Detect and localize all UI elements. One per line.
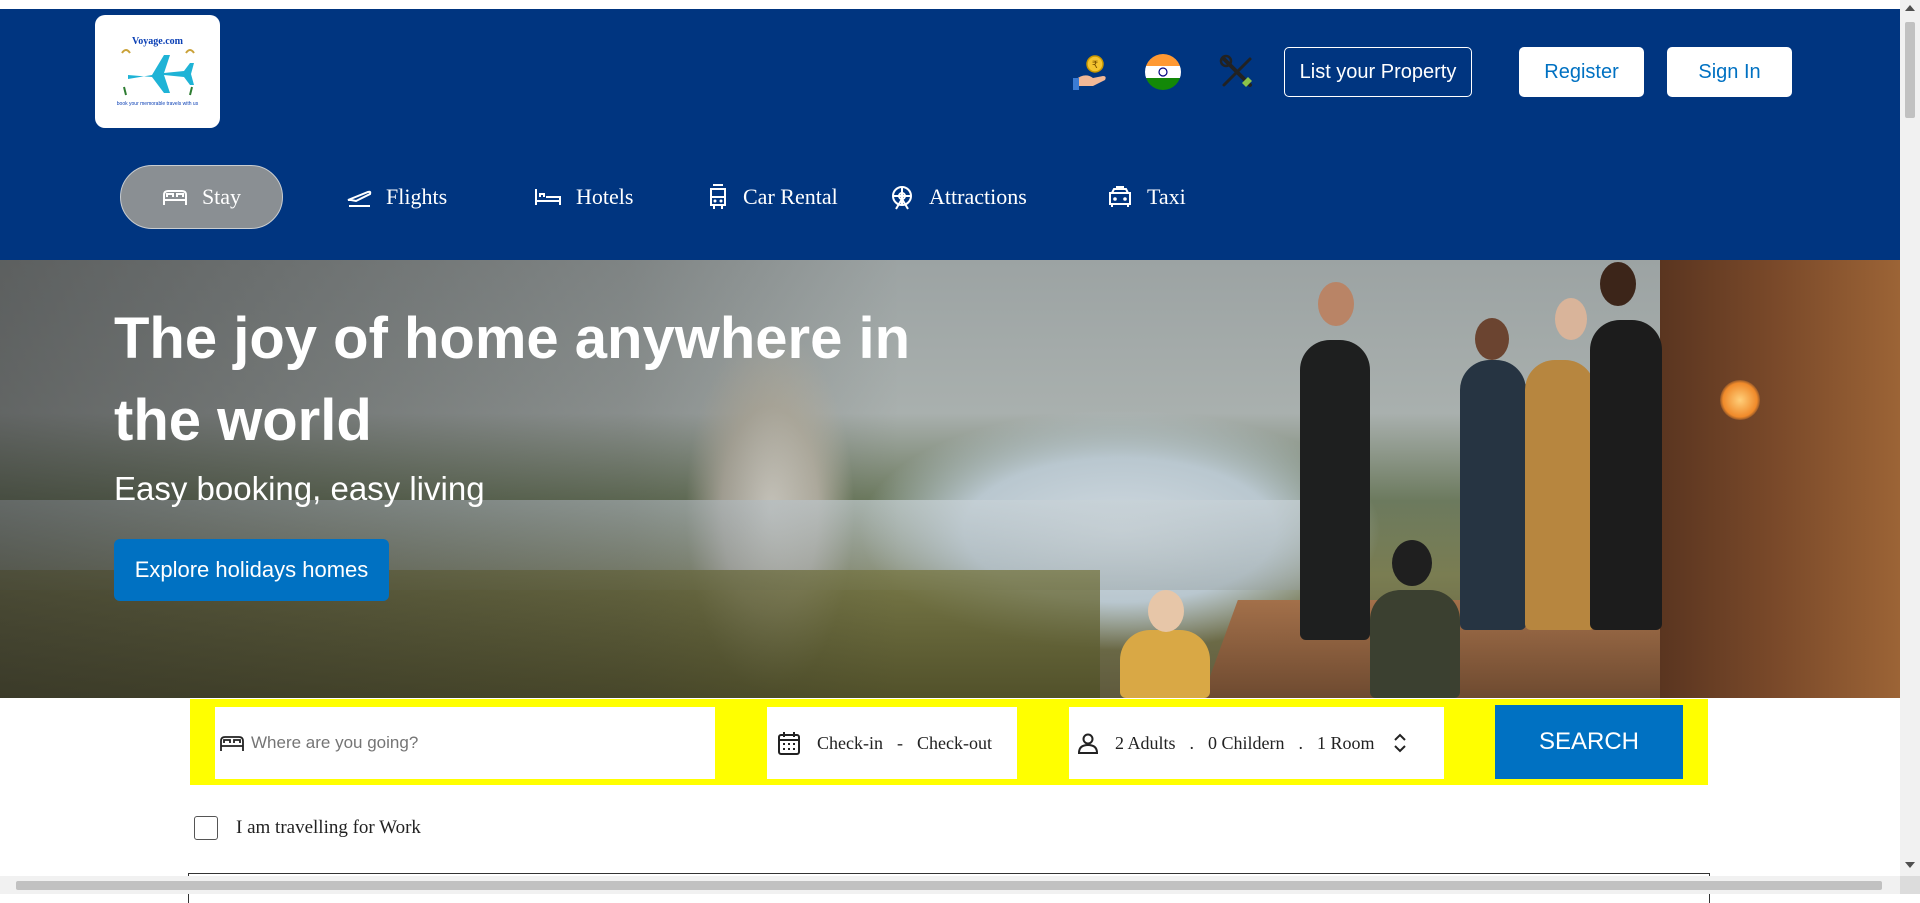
hero-person (1590, 320, 1662, 630)
hero-cabin-image (1660, 260, 1900, 698)
hero-title: The joy of home anywhere in the world (114, 306, 911, 453)
site-header: Voyage.com book your memorable travels w… (0, 9, 1900, 260)
checkout-label: Check-out (916, 732, 992, 753)
nav-label-hotels: Hotels (576, 184, 634, 209)
explore-holiday-homes-button[interactable]: Explore holidays homes (114, 539, 389, 601)
hotel-bed-icon (535, 189, 561, 205)
svg-text:₹: ₹ (1092, 60, 1098, 71)
date-separator: - (896, 732, 903, 753)
rooms-count: 1 Room (1317, 732, 1375, 753)
search-bar: Check-in - Check-out 2 Adults . 0 Childe… (190, 699, 1708, 785)
nav-label-stay: Stay (201, 184, 242, 209)
guest-separator: . (1189, 732, 1195, 753)
india-flag-icon[interactable] (1142, 51, 1184, 93)
children-count: 0 Childern (1208, 732, 1285, 753)
guest-separator: . (1298, 732, 1304, 753)
nav-label-attractions: Attractions (929, 184, 1027, 209)
airplane-logo-icon (120, 49, 195, 96)
guests-field[interactable]: 2 Adults . 0 Childern . 1 Room (1069, 707, 1444, 779)
nav-tab-stay[interactable]: Stay (120, 165, 283, 229)
taxi-icon (1109, 186, 1131, 207)
scroll-up-arrow-icon[interactable] (1905, 5, 1915, 11)
hero-banner: The joy of home anywhere in the world Ea… (0, 260, 1900, 698)
car-rental-icon (710, 184, 726, 209)
bed-icon (220, 736, 244, 751)
hero-person-head (1148, 590, 1184, 632)
hero-person (1525, 360, 1595, 630)
chevron-up-down-icon[interactable] (1393, 731, 1407, 755)
nav-tab-car-rental[interactable]: Car Rental (707, 165, 838, 229)
destination-input[interactable] (249, 732, 693, 754)
hero-person (1120, 630, 1210, 698)
search-button[interactable]: SEARCH (1495, 705, 1683, 779)
nav-label-taxi: Taxi (1147, 184, 1186, 209)
nav-label-flights: Flights (386, 184, 448, 209)
hero-person-head (1555, 298, 1587, 340)
horizontal-scroll-thumb[interactable] (16, 881, 1882, 890)
vertical-scroll-thumb[interactable] (1905, 22, 1915, 118)
tools-icon[interactable] (1216, 51, 1258, 93)
nav-label-car-rental: Car Rental (743, 184, 838, 209)
hero-person-head (1600, 262, 1636, 306)
nav-tab-flights[interactable]: Flights (346, 165, 447, 229)
top-border (0, 0, 1900, 9)
nav-tab-hotels[interactable]: Hotels (534, 165, 633, 229)
hero-person (1460, 360, 1526, 630)
hero-person-head (1392, 540, 1432, 586)
site-logo[interactable]: Voyage.com book your memorable travels w… (95, 15, 220, 128)
scroll-down-arrow-icon[interactable] (1905, 862, 1915, 868)
work-travel-row: I am travelling for Work (194, 816, 421, 840)
checkin-label: Check-in (817, 732, 883, 753)
sign-in-button[interactable]: Sign In (1667, 47, 1792, 97)
ferris-wheel-icon (892, 186, 912, 210)
hero-person (1370, 590, 1460, 698)
register-button[interactable]: Register (1519, 47, 1644, 97)
logo-tagline: book your memorable travels with us (116, 101, 199, 107)
calendar-icon (778, 732, 800, 755)
plane-takeoff-icon (347, 190, 372, 207)
person-icon (1077, 733, 1099, 754)
nav-tab-attractions[interactable]: Attractions (889, 165, 1027, 229)
destination-field[interactable] (215, 707, 715, 779)
adults-count: 2 Adults (1115, 732, 1176, 753)
hero-lamp-image (1720, 380, 1760, 420)
list-property-button[interactable]: List your Property (1284, 47, 1472, 97)
hero-person (1300, 340, 1370, 640)
hero-subtitle: Easy booking, easy living (114, 470, 485, 507)
hero-person-head (1318, 282, 1354, 326)
scrollbar-corner (1900, 876, 1920, 894)
bed-icon (162, 190, 187, 205)
horizontal-scrollbar[interactable] (0, 876, 1900, 894)
date-range-field[interactable]: Check-in - Check-out (767, 707, 1017, 779)
hero-person-head (1475, 318, 1509, 360)
nav-tab-taxi[interactable]: Taxi (1107, 165, 1186, 229)
work-travel-label: I am travelling for Work (236, 817, 421, 838)
vertical-scrollbar[interactable] (1900, 0, 1920, 876)
currency-rupee-icon[interactable]: ₹ (1070, 51, 1112, 93)
work-travel-checkbox[interactable] (194, 816, 218, 840)
